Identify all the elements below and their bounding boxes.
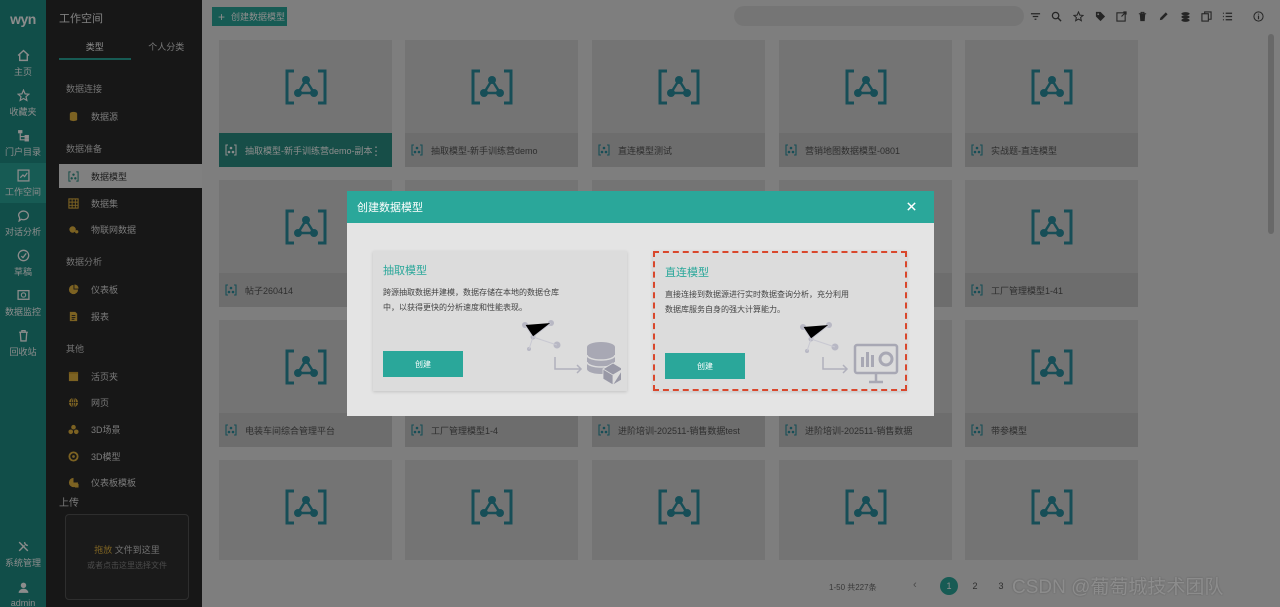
direct-illustration-icon — [800, 322, 899, 384]
dialog-title: 创建数据模型 — [357, 202, 423, 214]
create-direct-model-button[interactable]: 创建 — [665, 353, 745, 379]
option-title: 抽取模型 — [383, 265, 427, 277]
create-data-model-dialog: 创建数据模型 抽取模型 跨源抽取数据并建模，数据存储在本地的数据仓库中，以获得更… — [347, 191, 934, 416]
close-icon[interactable] — [904, 199, 918, 213]
option-title: 直连模型 — [665, 267, 709, 279]
option-extract-model[interactable]: 抽取模型 跨源抽取数据并建模，数据存储在本地的数据仓库中，以获得更快的分析速度和… — [373, 251, 627, 391]
dialog-header: 创建数据模型 — [347, 191, 934, 223]
option-direct-model[interactable]: 直连模型 直接连接到数据源进行实时数据查询分析，充分利用数据库服务自身的强大计算… — [653, 251, 907, 391]
option-description: 直接连接到数据源进行实时数据查询分析，充分利用数据库服务自身的强大计算能力。 — [665, 290, 849, 314]
option-description: 跨源抽取数据并建模，数据存储在本地的数据仓库中，以获得更快的分析速度和性能表现。 — [383, 288, 559, 312]
extract-illustration-icon — [522, 320, 621, 386]
create-extract-model-button[interactable]: 创建 — [383, 351, 463, 377]
